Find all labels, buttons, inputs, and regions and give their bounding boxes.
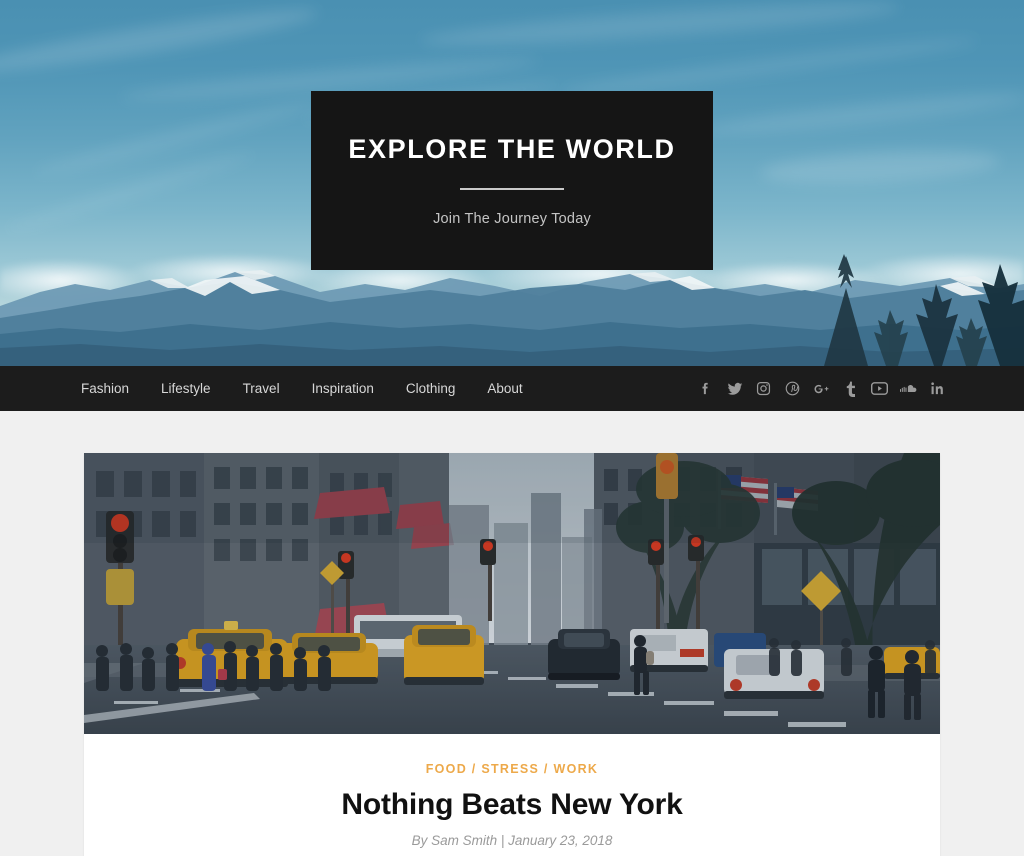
post-body: FOOD / STRESS / WORK Nothing Beats New Y…	[84, 734, 940, 856]
post-byline: By Sam Smith | January 23, 2018	[411, 833, 613, 848]
main-navigation-bar: Fashion Lifestyle Travel Inspiration Clo…	[0, 366, 1024, 411]
main-content: FOOD / STRESS / WORK Nothing Beats New Y…	[0, 411, 1024, 856]
cloud-wisp	[560, 32, 980, 100]
cloud-wisp	[699, 86, 1024, 142]
google-plus-icon[interactable]	[813, 380, 830, 397]
nav-item-inspiration[interactable]: Inspiration	[312, 381, 374, 396]
facebook-icon[interactable]	[697, 380, 714, 397]
cloud-wisp	[419, 0, 901, 53]
evergreen-trees	[824, 254, 1024, 366]
instagram-icon[interactable]	[755, 380, 772, 397]
social-links	[697, 380, 946, 397]
pinterest-icon[interactable]	[784, 380, 801, 397]
post-featured-image[interactable]	[84, 453, 940, 734]
hero-subtitle: Join The Journey Today	[433, 211, 591, 227]
hero-divider	[460, 188, 564, 190]
nav-item-about[interactable]: About	[487, 381, 522, 396]
cloud-wisp	[0, 0, 320, 82]
soundcloud-icon[interactable]	[900, 380, 917, 397]
hero-title: EXPLORE THE WORLD	[348, 134, 676, 164]
post-categories[interactable]: FOOD / STRESS / WORK	[124, 762, 900, 776]
nav-item-lifestyle[interactable]: Lifestyle	[161, 381, 211, 396]
post-title[interactable]: Nothing Beats New York	[124, 788, 900, 822]
youtube-icon[interactable]	[871, 380, 888, 397]
hero-text-box: EXPLORE THE WORLD Join The Journey Today	[311, 91, 713, 270]
tumblr-icon[interactable]	[842, 380, 859, 397]
featured-post-card[interactable]: FOOD / STRESS / WORK Nothing Beats New Y…	[84, 453, 940, 856]
nav-links: Fashion Lifestyle Travel Inspiration Clo…	[81, 381, 523, 396]
cloud-wisp	[32, 93, 328, 181]
cloud-wisp	[3, 148, 257, 236]
nav-item-fashion[interactable]: Fashion	[81, 381, 129, 396]
linkedin-icon[interactable]	[929, 380, 946, 397]
twitter-icon[interactable]	[726, 380, 743, 397]
nav-item-clothing[interactable]: Clothing	[406, 381, 456, 396]
cloud-wisp	[759, 145, 1001, 189]
nyc-street-illustration	[84, 453, 940, 734]
hero-banner: EXPLORE THE WORLD Join The Journey Today	[0, 0, 1024, 366]
nav-item-travel[interactable]: Travel	[243, 381, 280, 396]
